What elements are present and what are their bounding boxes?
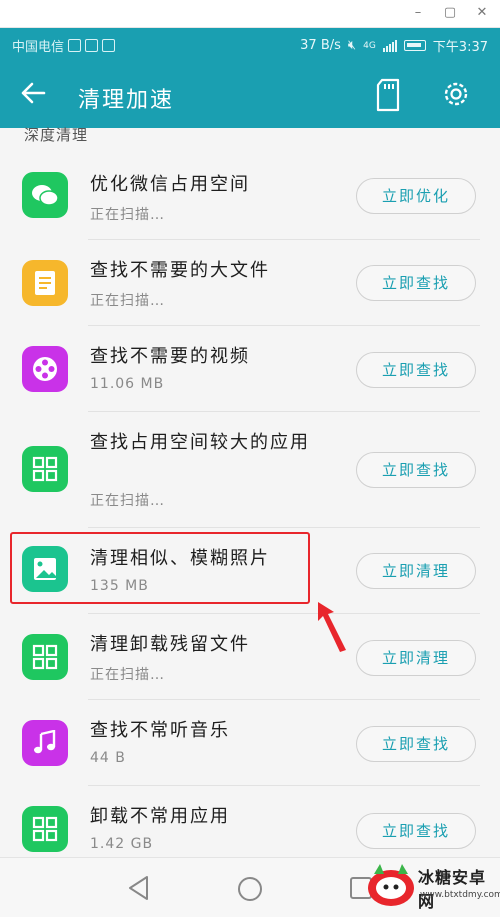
status-bar: 中国电信 37 B/s 🔇︎ 4G 下午3:37 <box>0 28 500 60</box>
item-subtitle: 正在扫描… <box>90 293 165 309</box>
toolbar: 清理加速 <box>0 68 500 124</box>
list-item[interactable]: 查找占用空间较大的应用 正在扫描… 立即查找 <box>0 412 500 528</box>
find-button[interactable]: 立即查找 <box>356 352 476 388</box>
settings-button[interactable] <box>440 78 480 116</box>
film-reel-icon <box>22 346 68 392</box>
clean-button[interactable]: 立即清理 <box>356 553 476 589</box>
close-icon[interactable]: ✕ <box>472 4 492 22</box>
item-subtitle: 1.42 GB <box>90 836 154 852</box>
back-button[interactable] <box>18 78 58 114</box>
watermark: 冰糖安卓网 www.btxtdmy.com <box>362 856 500 914</box>
watermark-title: 冰糖安卓网 <box>418 868 487 911</box>
signal-icon <box>382 39 397 52</box>
list-item[interactable]: 查找不常听音乐 44 B 立即查找 <box>0 700 500 786</box>
wechat-icon <box>22 172 68 218</box>
highlight-box <box>10 532 310 604</box>
back-arrow-icon <box>21 82 46 104</box>
apps-grid-icon <box>22 446 68 492</box>
item-subtitle: 44 B <box>90 750 126 766</box>
watermark-logo-icon <box>368 864 414 906</box>
document-icon <box>22 260 68 306</box>
sd-card-button[interactable] <box>374 78 414 116</box>
item-subtitle: 正在扫描… <box>90 667 165 683</box>
network-type: 4G <box>363 40 376 51</box>
clean-button[interactable]: 立即清理 <box>356 640 476 676</box>
music-note-icon <box>22 720 68 766</box>
list-item[interactable]: 清理卸载残留文件 正在扫描… 立即清理 <box>0 614 500 700</box>
list-item[interactable]: 查找不需要的视频 11.06 MB 立即查找 <box>0 326 500 412</box>
nav-back-icon[interactable] <box>126 874 152 902</box>
item-subtitle: 正在扫描… <box>90 493 165 509</box>
notification-icon <box>68 39 82 52</box>
optimize-button[interactable]: 立即优化 <box>356 178 476 214</box>
clock: 下午3:37 <box>432 40 488 55</box>
annotation-arrow-icon <box>318 602 346 652</box>
window-chrome: – ▢ ✕ <box>0 0 500 28</box>
notification-icon-2 <box>85 39 99 52</box>
item-subtitle: 11.06 MB <box>90 376 165 392</box>
item-title: 查找不常听音乐 <box>90 720 230 741</box>
list-item[interactable]: 优化微信占用空间 正在扫描… 立即优化 <box>0 152 500 240</box>
item-title: 查找不需要的视频 <box>90 346 250 367</box>
find-button[interactable]: 立即查找 <box>356 813 476 849</box>
item-title: 优化微信占用空间 <box>90 174 250 195</box>
gear-icon <box>444 82 468 106</box>
app-header: 中国电信 37 B/s 🔇︎ 4G 下午3:37 清理加速 <box>0 28 500 128</box>
apps-grid-icon <box>22 806 68 852</box>
find-button[interactable]: 立即查找 <box>356 265 476 301</box>
sd-card-icon <box>376 78 400 112</box>
mute-icon: 🔇︎ <box>347 38 357 53</box>
maximize-icon[interactable]: ▢ <box>440 4 460 22</box>
find-button[interactable]: 立即查找 <box>356 452 476 488</box>
item-title: 查找占用空间较大的应用 <box>90 432 310 453</box>
section-label: 深度清理 <box>24 126 89 144</box>
watermark-url: www.btxtdmy.com <box>420 890 500 900</box>
page-title: 清理加速 <box>78 88 175 113</box>
carrier-label: 中国电信 <box>12 40 65 55</box>
minimize-icon[interactable]: – <box>408 4 428 22</box>
network-speed: 37 B/s <box>300 38 341 53</box>
item-subtitle: 正在扫描… <box>90 207 165 223</box>
item-title: 查找不需要的大文件 <box>90 260 270 281</box>
battery-icon <box>403 40 426 51</box>
list-item[interactable]: 卸载不常用应用 1.42 GB 立即查找 <box>0 786 500 857</box>
item-title: 清理卸载残留文件 <box>90 634 250 655</box>
apps-grid-icon <box>22 634 68 680</box>
item-title: 卸载不常用应用 <box>90 806 230 827</box>
notification-icon-3 <box>102 39 116 52</box>
list-item[interactable]: 查找不需要的大文件 正在扫描… 立即查找 <box>0 240 500 326</box>
find-button[interactable]: 立即查找 <box>356 726 476 762</box>
nav-home-icon[interactable] <box>236 875 264 903</box>
